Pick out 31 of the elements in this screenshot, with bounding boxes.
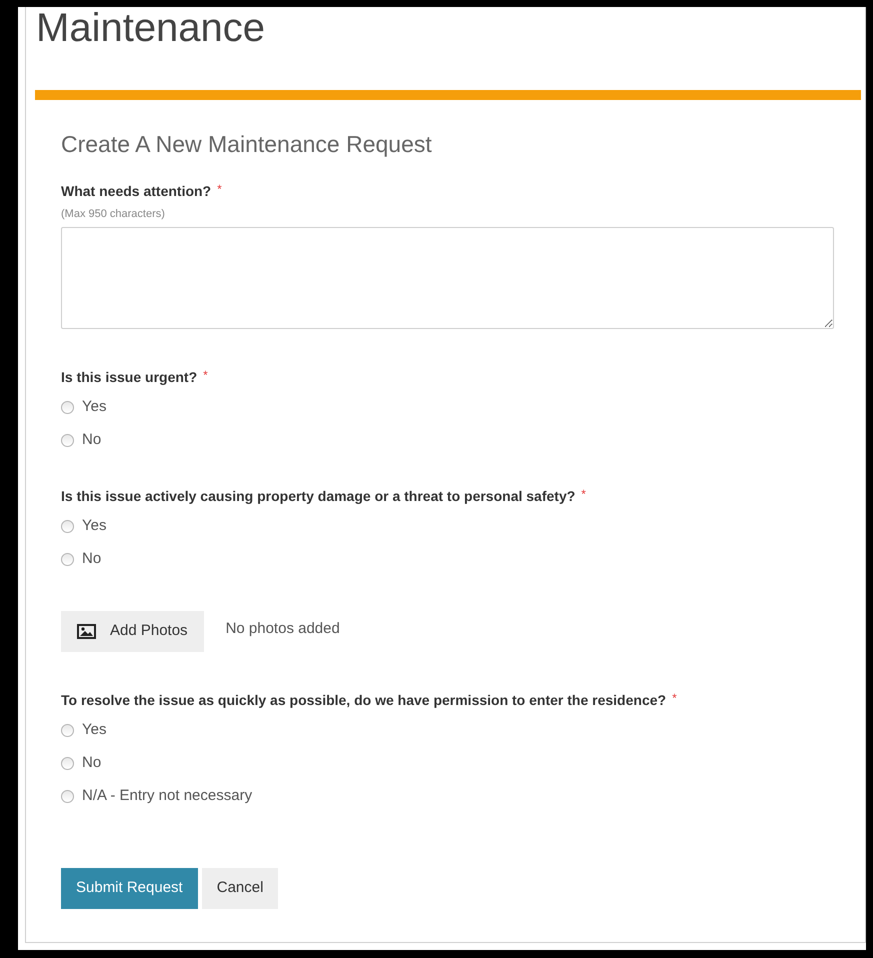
radio-button[interactable] (61, 400, 74, 414)
required-mark: * (217, 181, 222, 197)
page-title: Maintenance (36, 7, 266, 51)
add-photos-button[interactable]: Add Photos (61, 611, 204, 652)
radio-label: No (82, 549, 102, 569)
radio-label: Yes (82, 397, 106, 417)
cancel-button[interactable]: Cancel (202, 868, 278, 909)
required-mark: * (672, 690, 677, 706)
radio-label: No (82, 430, 102, 450)
field-label: Is this issue actively causing property damage or a threat to personal safety? (61, 487, 576, 506)
field-label: To resolve the issue as quickly as possible, do we have permission to enter the residence? (61, 691, 666, 710)
radio-label: Yes (82, 720, 106, 740)
radio-button[interactable] (61, 724, 74, 736)
radio-button[interactable] (61, 756, 74, 770)
status-text: No photos added (226, 619, 340, 640)
field-label: What needs attention? (61, 182, 212, 201)
radio-label: N/A - Entry not necessary (82, 786, 252, 806)
radio-button[interactable] (61, 434, 74, 446)
required-mark: * (581, 486, 586, 502)
required-mark: * (203, 367, 208, 383)
text-area[interactable] (61, 227, 834, 329)
hint-text: (Max 950 characters) (61, 207, 166, 221)
radio-button[interactable] (61, 552, 74, 566)
submit-button[interactable]: Submit Request (61, 868, 198, 909)
radio-button[interactable] (61, 790, 74, 802)
field-label: Is this issue urgent? (61, 368, 198, 387)
radio-label: Yes (82, 516, 106, 536)
form-title: Create A New Maintenance Request (61, 130, 433, 159)
radio-label: No (82, 753, 102, 773)
image-icon (77, 624, 96, 639)
radio-button[interactable] (61, 520, 74, 532)
